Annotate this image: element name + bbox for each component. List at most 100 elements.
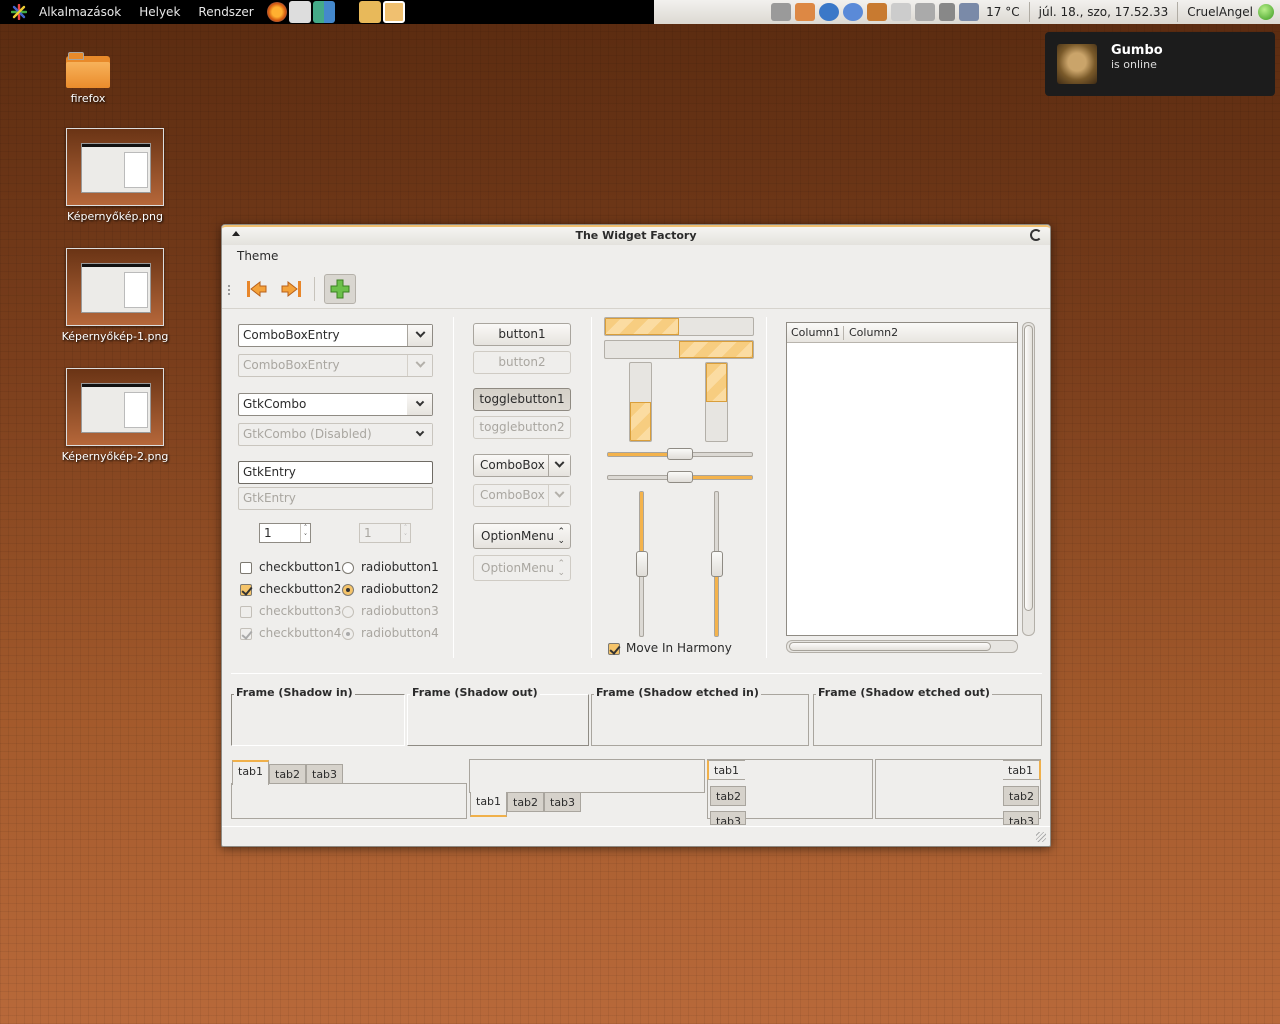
progress-fill — [679, 341, 753, 358]
firefox-launcher-icon[interactable] — [266, 2, 287, 22]
first-button[interactable] — [240, 274, 272, 304]
treeview[interactable]: Column1 Column2 — [786, 322, 1018, 636]
checkbutton3-label: checkbutton3 — [259, 604, 342, 618]
notebook-right-tab2[interactable]: tab2 — [1003, 786, 1039, 806]
user-icon[interactable] — [843, 3, 864, 21]
optionmenu[interactable]: OptionMenu ⌃ ⌄ — [473, 523, 571, 549]
add-button[interactable] — [324, 274, 356, 304]
comboboxentry-disabled-text: ComboBoxEntry — [243, 358, 340, 372]
notebook-bottom-tab3[interactable]: tab3 — [544, 792, 582, 812]
comboboxentry[interactable]: ComboBoxEntry — [238, 324, 433, 347]
radiobutton2-circle[interactable] — [342, 584, 354, 596]
trash-icon[interactable] — [915, 3, 936, 21]
window-titlebar[interactable]: The Widget Factory — [222, 225, 1050, 245]
chevron-down-icon[interactable] — [548, 455, 570, 476]
desktop-icon-screenshot-1[interactable]: Képernyőkép-1.png — [60, 248, 170, 343]
spinbutton-value: 1 — [264, 526, 272, 540]
notebook-left-tab1[interactable]: tab1 — [707, 760, 745, 780]
mail-icon[interactable] — [891, 3, 912, 21]
move-in-harmony-checkbox[interactable] — [608, 643, 620, 655]
menu-places[interactable]: Helyek — [130, 0, 189, 24]
notebook-right-tab1[interactable]: tab1 — [1003, 760, 1041, 780]
checkbutton4-label: checkbutton4 — [259, 626, 342, 640]
frame-shadow-in — [231, 694, 405, 746]
chevron-down-icon[interactable] — [407, 394, 432, 415]
notebook-left-tab2[interactable]: tab2 — [710, 786, 746, 806]
spin-arrows-icon[interactable]: ˄ ˅ — [300, 524, 310, 542]
toolbar-grip[interactable] — [228, 285, 232, 295]
add-icon — [330, 279, 350, 299]
desktop-icon-screenshot-2[interactable]: Képernyőkép-2.png — [60, 368, 170, 463]
toolbar-separator — [314, 277, 315, 301]
progress-fill — [706, 363, 727, 402]
chevron-down-icon[interactable] — [407, 325, 432, 346]
notebook-top-tab2[interactable]: tab2 — [269, 764, 307, 784]
last-button[interactable] — [276, 274, 308, 304]
online-status-icon[interactable] — [1258, 4, 1274, 20]
display-icon[interactable] — [867, 3, 888, 21]
weather-temperature[interactable]: 17 °C — [981, 5, 1024, 19]
restore-icon[interactable] — [1030, 229, 1042, 241]
notebook-right-tab3[interactable]: tab3 — [1003, 811, 1039, 825]
network-icon[interactable] — [771, 3, 792, 21]
desktop-icon-firefox[interactable]: firefox — [33, 52, 143, 105]
notebook-top-tab3[interactable]: tab3 — [306, 764, 344, 784]
show-desktop-icon[interactable] — [358, 1, 381, 23]
clock[interactable]: júl. 18., szo, 17.52.33 — [1034, 5, 1174, 19]
volume-icon[interactable] — [939, 3, 956, 21]
notebook-left-tab3[interactable]: tab3 — [710, 811, 746, 825]
gtkentry-text: GtkEntry — [243, 465, 296, 479]
checkbutton3-box — [240, 606, 252, 618]
togglebutton1[interactable]: togglebutton1 — [473, 388, 571, 411]
menu-applications[interactable]: Alkalmazások — [30, 0, 130, 24]
notebook-bottom-page — [469, 759, 705, 793]
mail-launcher-icon[interactable] — [288, 1, 311, 23]
notebook-top-tab1[interactable]: tab1 — [232, 760, 270, 785]
vertical-scrollbar[interactable] — [1022, 322, 1035, 636]
desktop-icon-screenshot[interactable]: Képernyőkép.png — [60, 128, 170, 223]
gtkentry-disabled-text: GtkEntry — [243, 491, 296, 505]
radiobutton1-circle[interactable] — [342, 562, 354, 574]
column-header-2[interactable]: Column2 — [849, 326, 898, 339]
move-in-harmony-label: Move In Harmony — [626, 641, 732, 655]
vscale-1-handle[interactable] — [636, 551, 648, 577]
button1[interactable]: button1 — [473, 323, 571, 346]
column-header-1[interactable]: Column1 — [791, 326, 840, 339]
hscale-2-handle[interactable] — [667, 471, 693, 483]
notebook-bottom-tab1[interactable]: tab1 — [470, 792, 508, 817]
user-name[interactable]: CruelAngel — [1182, 5, 1258, 19]
image-thumbnail-icon — [66, 248, 164, 326]
weather-icon[interactable] — [959, 3, 980, 21]
messenger-launcher-icon[interactable] — [312, 1, 335, 23]
progress-fill — [605, 318, 679, 335]
checkbutton1-box[interactable] — [240, 562, 252, 574]
resize-grip-icon[interactable] — [1036, 832, 1046, 842]
window-list-icon[interactable] — [382, 1, 405, 23]
radiobutton2-label: radiobutton2 — [361, 582, 439, 596]
toolbar — [222, 269, 1050, 309]
spinbutton[interactable]: 1 ˄ ˅ — [259, 523, 311, 543]
dropbox-icon[interactable] — [819, 3, 840, 21]
distro-logo-icon[interactable] — [8, 0, 30, 24]
go-first-icon — [247, 280, 267, 298]
window-menu-icon[interactable] — [232, 231, 240, 236]
notification-bubble[interactable]: Gumbo is online — [1045, 32, 1275, 96]
gtkcombo[interactable]: GtkCombo — [238, 393, 433, 416]
hscale-1-handle[interactable] — [667, 448, 693, 460]
menu-system[interactable]: Rendszer — [189, 0, 262, 24]
horizontal-scrollbar[interactable] — [786, 640, 1018, 653]
scrollbar-thumb[interactable] — [789, 642, 991, 651]
gtkentry[interactable]: GtkEntry — [238, 461, 433, 484]
checkbutton2-box[interactable] — [240, 584, 252, 596]
desktop-icon-label: Képernyőkép-1.png — [61, 330, 169, 343]
chevron-down-icon — [548, 485, 570, 506]
updates-icon[interactable] — [795, 3, 816, 21]
progressbar-horizontal-2 — [604, 340, 754, 359]
combobox[interactable]: ComboBox — [473, 454, 571, 477]
vscale-2-handle[interactable] — [711, 551, 723, 577]
top-panel: Alkalmazások Helyek Rendszer 17 °C júl. … — [0, 0, 1280, 24]
menu-theme[interactable]: Theme — [237, 249, 278, 263]
notebook-bottom-tab2[interactable]: tab2 — [507, 792, 545, 812]
scrollbar-thumb[interactable] — [1024, 325, 1033, 611]
comboboxentry-disabled: ComboBoxEntry — [238, 354, 433, 377]
